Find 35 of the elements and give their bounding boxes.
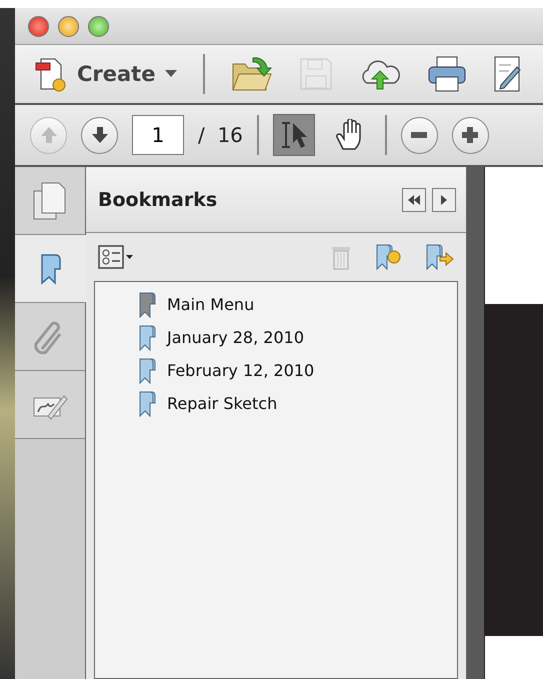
toolbar-button[interactable] xyxy=(427,55,468,93)
document-pen-icon xyxy=(493,55,522,93)
next-page-button[interactable] xyxy=(81,116,118,154)
panel-title: Bookmarks xyxy=(98,188,218,210)
minimize-button[interactable] xyxy=(58,16,79,36)
up-arrow-icon xyxy=(38,125,58,145)
go-to-bookmark-button[interactable] xyxy=(424,243,454,271)
right-arrow-icon xyxy=(440,194,448,206)
zoom-in-button[interactable] xyxy=(452,116,489,154)
zoom-out-button[interactable] xyxy=(400,116,438,154)
pages-icon xyxy=(32,180,68,220)
expand-button[interactable] xyxy=(432,188,456,212)
new-bookmark-button[interactable] xyxy=(374,243,402,271)
double-left-arrow-icon xyxy=(407,194,421,206)
bookmark-item[interactable]: January 28, 2010 xyxy=(167,328,304,347)
bookmark-item[interactable]: Repair Sketch xyxy=(167,394,278,413)
create-button[interactable]: Create xyxy=(35,55,178,93)
side-tab[interactable] xyxy=(15,235,86,303)
printer-icon xyxy=(427,55,468,93)
side-tab[interactable] xyxy=(15,167,85,235)
bookmark-icon xyxy=(40,252,62,284)
close-button[interactable] xyxy=(28,16,49,36)
bookmark-item[interactable]: Main Menu xyxy=(167,295,254,314)
page-number-field[interactable]: 1 xyxy=(132,115,184,155)
toolbar-button[interactable] xyxy=(493,55,522,93)
options-button[interactable] xyxy=(98,244,134,270)
collapse-button[interactable] xyxy=(402,188,426,212)
caret-icon xyxy=(165,70,178,78)
page-count: / 16 xyxy=(198,123,243,147)
zoom-button[interactable] xyxy=(88,16,109,36)
down-arrow-icon xyxy=(90,125,110,145)
bookmark-item[interactable]: February 12, 2010 xyxy=(167,361,314,380)
side-tab[interactable] xyxy=(15,371,85,439)
plus-icon xyxy=(460,125,480,145)
select-tool-button[interactable] xyxy=(272,114,315,156)
